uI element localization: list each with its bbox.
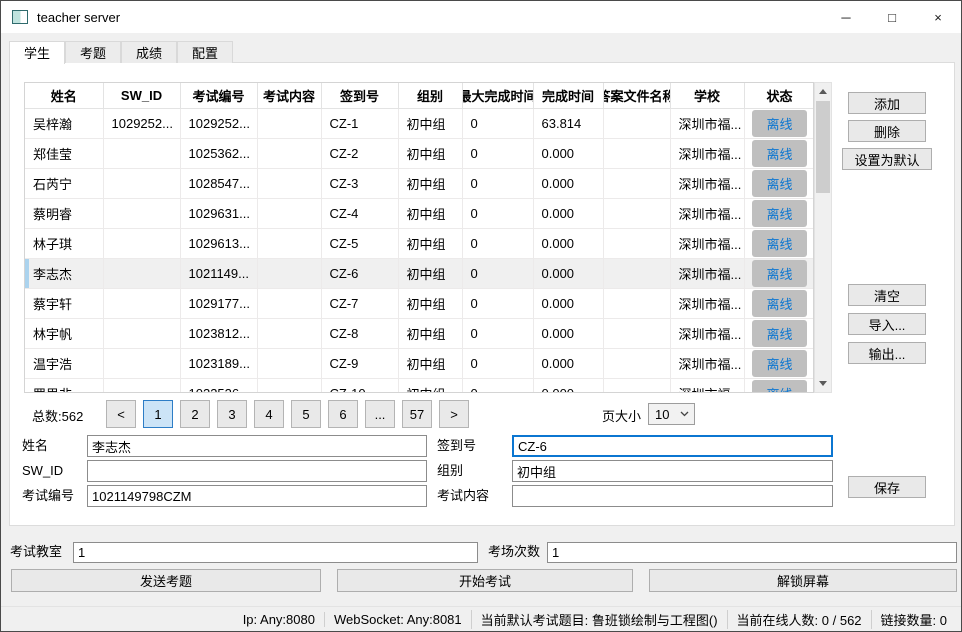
tab-config[interactable]: 配置 bbox=[177, 41, 233, 63]
page-button[interactable]: 6 bbox=[328, 400, 358, 428]
page-size-select[interactable]: 10 bbox=[648, 403, 695, 425]
column-header[interactable]: 组别 bbox=[398, 83, 462, 109]
page-button[interactable]: 1 bbox=[143, 400, 173, 428]
export-button[interactable]: 输出... bbox=[848, 342, 926, 364]
page-button[interactable]: 2 bbox=[180, 400, 210, 428]
tab-questions[interactable]: 考题 bbox=[65, 41, 121, 63]
table-row[interactable]: 李志杰1021149...CZ-6初中组00.000深圳市福...离线 bbox=[25, 259, 814, 289]
status-bar: Ip: Any:8080 WebSocket: Any:8081 当前默认考试题… bbox=[1, 606, 961, 631]
tab-scores[interactable]: 成绩 bbox=[121, 41, 177, 63]
swid-label: SW_ID bbox=[22, 460, 63, 482]
group-field[interactable] bbox=[512, 460, 833, 482]
status-websocket: WebSocket: Any:8081 bbox=[324, 612, 471, 627]
table-row[interactable]: 郑佳莹1025362...CZ-2初中组00.000深圳市福...离线 bbox=[25, 139, 814, 169]
status-badge[interactable]: 离线 bbox=[752, 200, 806, 227]
page-button[interactable]: 57 bbox=[402, 400, 432, 428]
pagination: 总数:562 <123456...57> 页大小 10 bbox=[10, 400, 954, 428]
exam-content-label: 考试内容 bbox=[437, 485, 489, 507]
exam-session-label: 考场次数 bbox=[488, 541, 540, 563]
table-row[interactable]: 林宇帆1023812...CZ-8初中组00.000深圳市福...离线 bbox=[25, 319, 814, 349]
app-window: teacher server ─ □ × 学生 考题 成绩 配置 姓名SW_ID… bbox=[0, 0, 962, 632]
column-header[interactable]: 答案文件名称 bbox=[603, 83, 670, 109]
chevron-down-icon bbox=[680, 411, 689, 417]
exam-content-field[interactable] bbox=[512, 485, 833, 507]
column-header[interactable]: 状态 bbox=[744, 83, 814, 109]
table-scrollbar[interactable] bbox=[814, 82, 832, 393]
column-header[interactable]: 签到号 bbox=[321, 83, 398, 109]
table-header-row: 姓名SW_ID考试编号考试内容签到号组别最大完成时间完成时间答案文件名称学校状态 bbox=[25, 83, 814, 109]
minimize-button[interactable]: ─ bbox=[823, 1, 869, 33]
send-questions-button[interactable]: 发送考题 bbox=[11, 569, 321, 592]
column-header[interactable]: 学校 bbox=[670, 83, 744, 109]
page-button[interactable]: 4 bbox=[254, 400, 284, 428]
table-row[interactable]: 林子琪1029613...CZ-5初中组00.000深圳市福...离线 bbox=[25, 229, 814, 259]
status-default-exam: 当前默认考试题目: 鲁班锁绘制与工程图() bbox=[471, 610, 727, 629]
table-row[interactable]: 蔡明睿1029631...CZ-4初中组00.000深圳市福...离线 bbox=[25, 199, 814, 229]
page-prev-button[interactable]: < bbox=[106, 400, 136, 428]
status-badge[interactable]: 离线 bbox=[752, 260, 806, 287]
name-label: 姓名 bbox=[22, 435, 48, 457]
page-size-value: 10 bbox=[655, 407, 669, 422]
table-row[interactable]: 蔡宇轩1029177...CZ-7初中组00.000深圳市福...离线 bbox=[25, 289, 814, 319]
status-badge[interactable]: 离线 bbox=[752, 380, 806, 393]
app-icon bbox=[12, 10, 28, 24]
add-button[interactable]: 添加 bbox=[848, 92, 926, 114]
exam-no-label: 考试编号 bbox=[22, 485, 74, 507]
status-badge[interactable]: 离线 bbox=[752, 290, 806, 317]
scroll-down-icon[interactable] bbox=[815, 375, 831, 392]
status-ip: Ip: Any:8080 bbox=[234, 612, 324, 627]
page-button[interactable]: 5 bbox=[291, 400, 321, 428]
table-row[interactable]: 温宇浩1023189...CZ-9初中组00.000深圳市福...离线 bbox=[25, 349, 814, 379]
status-badge[interactable]: 离线 bbox=[752, 140, 806, 167]
scrollbar-thumb[interactable] bbox=[816, 101, 830, 193]
students-tab-page: 姓名SW_ID考试编号考试内容签到号组别最大完成时间完成时间答案文件名称学校状态… bbox=[9, 62, 955, 526]
page-button[interactable]: 3 bbox=[217, 400, 247, 428]
start-exam-button[interactable]: 开始考试 bbox=[337, 569, 633, 592]
window-title: teacher server bbox=[37, 10, 120, 25]
status-link-count: 链接数量: 0 bbox=[871, 610, 956, 629]
status-badge[interactable]: 离线 bbox=[752, 230, 806, 257]
status-badge[interactable]: 离线 bbox=[752, 320, 806, 347]
name-field[interactable] bbox=[87, 435, 427, 457]
status-badge[interactable]: 离线 bbox=[752, 110, 806, 137]
status-online-count: 当前在线人数: 0 / 562 bbox=[727, 610, 871, 629]
column-header[interactable]: 最大完成时间 bbox=[462, 83, 533, 109]
set-default-button[interactable]: 设置为默认 bbox=[842, 148, 932, 170]
maximize-button[interactable]: □ bbox=[869, 1, 915, 33]
table-row[interactable]: 罗思非1023526...CZ-10初中组00.000深圳市福...离线 bbox=[25, 379, 814, 394]
unlock-screen-button[interactable]: 解锁屏幕 bbox=[649, 569, 957, 592]
tab-students[interactable]: 学生 bbox=[9, 41, 65, 64]
page-next-button[interactable]: > bbox=[439, 400, 469, 428]
column-header[interactable]: 考试内容 bbox=[257, 83, 321, 109]
column-header[interactable]: 姓名 bbox=[25, 83, 103, 109]
sign-no-label: 签到号 bbox=[437, 435, 476, 457]
group-label: 组别 bbox=[437, 460, 463, 482]
exam-room-field[interactable] bbox=[73, 542, 478, 563]
delete-button[interactable]: 删除 bbox=[848, 120, 926, 142]
scroll-up-icon[interactable] bbox=[815, 83, 831, 100]
clear-button[interactable]: 清空 bbox=[848, 284, 926, 306]
pagination-buttons: <123456...57> bbox=[106, 400, 469, 428]
tab-strip: 学生 考题 成绩 配置 bbox=[9, 41, 233, 63]
exam-no-field[interactable] bbox=[87, 485, 427, 507]
status-badge[interactable]: 离线 bbox=[752, 350, 806, 377]
column-header[interactable]: 考试编号 bbox=[180, 83, 257, 109]
page-ellipsis-button[interactable]: ... bbox=[365, 400, 395, 428]
table-row[interactable]: 石芮宁1028547...CZ-3初中组00.000深圳市福...离线 bbox=[25, 169, 814, 199]
sign-no-field[interactable] bbox=[512, 435, 833, 457]
page-size-label: 页大小 bbox=[602, 406, 641, 425]
table-row[interactable]: 吴梓瀚1029252...1029252...CZ-1初中组063.814深圳市… bbox=[25, 109, 814, 139]
column-header[interactable]: 完成时间 bbox=[533, 83, 603, 109]
column-header[interactable]: SW_ID bbox=[103, 83, 180, 109]
students-table: 姓名SW_ID考试编号考试内容签到号组别最大完成时间完成时间答案文件名称学校状态… bbox=[24, 82, 814, 393]
swid-field[interactable] bbox=[87, 460, 427, 482]
import-button[interactable]: 导入... bbox=[848, 313, 926, 335]
close-button[interactable]: × bbox=[915, 1, 961, 33]
status-badge[interactable]: 离线 bbox=[752, 170, 806, 197]
exam-room-label: 考试教室 bbox=[10, 541, 62, 563]
save-button[interactable]: 保存 bbox=[848, 476, 926, 498]
total-count-label: 总数:562 bbox=[32, 406, 83, 425]
title-bar: teacher server ─ □ × bbox=[1, 1, 961, 33]
exam-session-field[interactable] bbox=[547, 542, 957, 563]
